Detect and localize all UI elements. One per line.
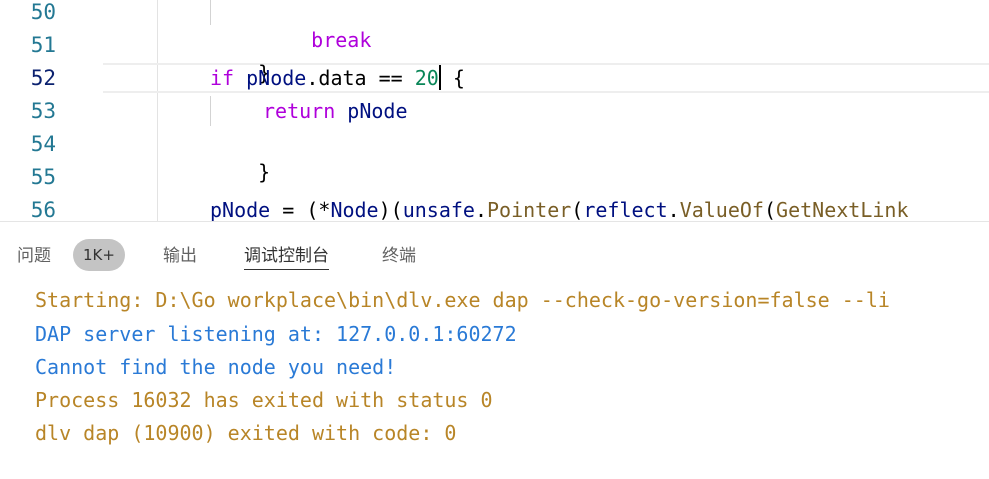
keyword: break [311, 28, 372, 52]
package-name: reflect [583, 198, 668, 221]
function-name: ValueOf [679, 198, 764, 221]
debug-console-output[interactable]: Starting: D:\Go workplace\bin\dlv.exe da… [0, 282, 989, 472]
code-line: return pNode [263, 97, 408, 130]
identifier: pNode [210, 198, 271, 221]
number-literal: 20 [414, 66, 439, 90]
code-text: .data == [306, 66, 415, 90]
code-line: break [263, 0, 371, 52]
keyword: if [210, 66, 235, 90]
code-line: } [210, 130, 270, 184]
line-number: 54 [30, 132, 56, 156]
tab-debug-console[interactable]: 调试控制台 [244, 243, 329, 270]
indent-guide-outer [157, 0, 158, 221]
line-number: 56 [30, 198, 56, 221]
code-text: . [474, 198, 487, 221]
console-line: DAP server listening at: 127.0.0.1:60272 [35, 322, 517, 346]
code-text: . [667, 198, 680, 221]
console-line: Process 16032 has exited with status 0 [35, 388, 493, 412]
identifier: pNode [246, 66, 307, 90]
console-line: Cannot find the node you need! [35, 355, 397, 379]
code-text: )( [378, 198, 403, 221]
type-name: Node [330, 198, 379, 221]
code-line: pNode = (*Node)(unsafe.Pointer(reflect.V… [210, 196, 908, 221]
line-number-active: 52 [30, 66, 56, 90]
code-text: ( [571, 198, 584, 221]
tab-problems[interactable]: 问题 [17, 243, 51, 269]
console-line: dlv dap (10900) exited with code: 0 [35, 421, 457, 445]
code-text: { [440, 66, 465, 90]
line-number: 51 [30, 33, 56, 57]
indent-guide [210, 0, 211, 25]
brace: } [258, 160, 271, 184]
console-line: Starting: D:\Go workplace\bin\dlv.exe da… [35, 288, 890, 312]
function-name: GetNextLink [776, 198, 909, 221]
line-number: 50 [30, 0, 56, 24]
code-line-active: if pNode.data == 20 { [210, 64, 465, 97]
line-number-gutter: 50 51 52 53 54 55 56 [0, 0, 100, 221]
identifier: pNode [347, 99, 408, 123]
code-text: = (* [270, 198, 331, 221]
tab-terminal[interactable]: 终端 [382, 243, 416, 269]
panel-tab-bar: 问题 1K+ 输出 调试控制台 终端 [0, 222, 989, 277]
package-name: unsafe [402, 198, 475, 221]
function-name: Pointer [487, 198, 572, 221]
tab-output[interactable]: 输出 [163, 243, 197, 269]
code-line: } [210, 31, 270, 85]
bottom-panel: 问题 1K+ 输出 调试控制台 终端 Starting: D:\Go workp… [0, 221, 989, 479]
code-text: ( [763, 198, 777, 221]
line-number: 55 [30, 165, 56, 189]
code-editor[interactable]: 50 51 52 53 54 55 56 break } if pNode.da… [0, 0, 989, 221]
line-number: 53 [30, 99, 56, 123]
problems-count-badge: 1K+ [73, 239, 125, 271]
keyword: return [263, 99, 336, 123]
